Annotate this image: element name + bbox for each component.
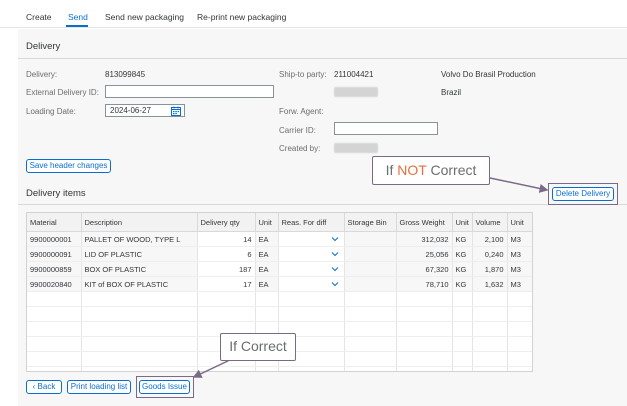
callout-emphasis: NOT (397, 162, 427, 178)
if-not-correct-callout: If NOT Correct (372, 156, 490, 185)
annotation-arrows (192, 177, 549, 378)
not-correct-arrow (489, 177, 549, 193)
callout-prefix: If (385, 162, 398, 178)
correct-arrow (192, 358, 233, 378)
if-correct-callout: If Correct (220, 333, 296, 361)
callout-suffix: Correct (426, 162, 477, 178)
